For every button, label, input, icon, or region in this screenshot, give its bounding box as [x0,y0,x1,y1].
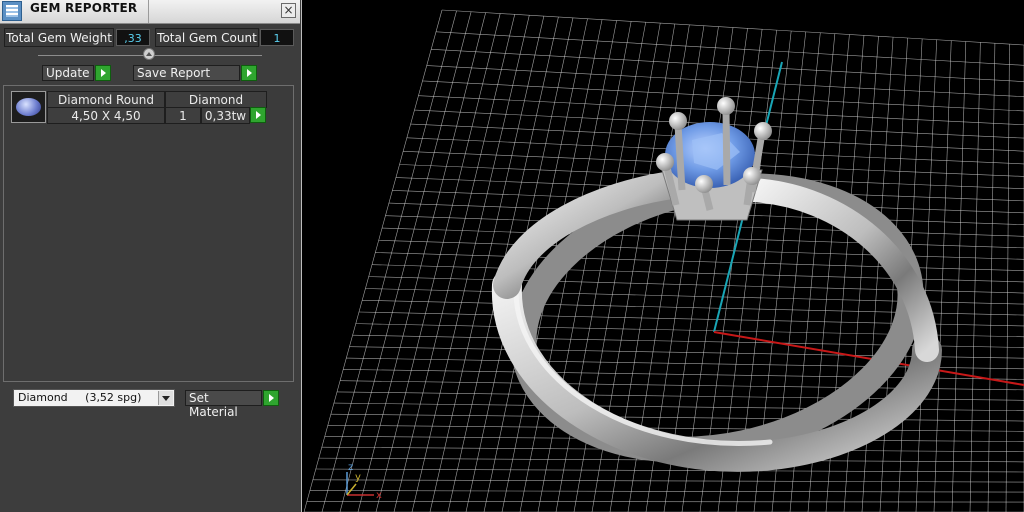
set-material-button[interactable]: Set Material [185,390,262,419]
axis-gizmo: z y x [346,462,382,501]
grid-line-vertical [987,43,996,512]
viewport-canvas: z y x [303,9,1024,512]
total-gem-weight-label: Total Gem Weight [4,28,114,47]
gizmo-z-label: z [348,462,353,473]
grid-line-vertical [933,40,952,512]
gem-reporter-panel: GEM REPORTER × Total Gem Weight ,33 Tota… [0,0,302,512]
grid-line-vertical [1005,44,1010,512]
gizmo-x-label: x [376,490,382,501]
grid-line-horizontal [431,49,1024,82]
grid-line-horizontal [382,227,1024,249]
gizmo-y-label: y [355,472,361,483]
gem-thumbnail[interactable] [11,91,46,123]
gem-size-cell: 4,50 X 4,50 [47,107,165,124]
collapse-toggle-icon[interactable] [143,48,155,60]
total-gem-weight-value: ,33 [116,29,150,46]
title-bar: GEM REPORTER × [0,0,300,24]
gem-count-cell: 1 [165,107,201,124]
gem-weight-cell: 0,33tw [201,107,250,124]
total-gem-count-value: 1 [260,29,294,46]
material-select[interactable]: Diamond (3,52 spg) [13,389,175,407]
3d-viewport[interactable]: z y x [302,0,1024,512]
gem-shape-cell: Diamond Round [47,91,165,108]
grid-line-horizontal [426,65,1024,97]
app-icon [2,1,22,21]
chevron-down-icon[interactable] [158,391,173,405]
grid-line-vertical [969,42,981,512]
grid-line-horizontal [441,9,1024,46]
save-report-play-icon[interactable] [241,65,257,81]
save-report-button[interactable]: Save Report [133,65,240,81]
gem-row-play-icon[interactable] [250,107,266,123]
grid-line-vertical [951,41,967,512]
title-separator [148,0,149,23]
material-select-value: Diamond (3,52 spg) [18,391,142,404]
total-gem-count-label: Total Gem Count [155,28,259,47]
update-play-icon[interactable] [95,65,111,81]
set-material-play-icon[interactable] [263,390,279,406]
close-icon[interactable]: × [281,3,296,18]
window-title: GEM REPORTER [30,1,138,15]
grid-line-horizontal [435,31,1024,66]
gem-material-cell: Diamond [165,91,267,108]
update-button[interactable]: Update [42,65,94,81]
round-diamond-icon [16,98,41,116]
gem-list [3,85,294,382]
